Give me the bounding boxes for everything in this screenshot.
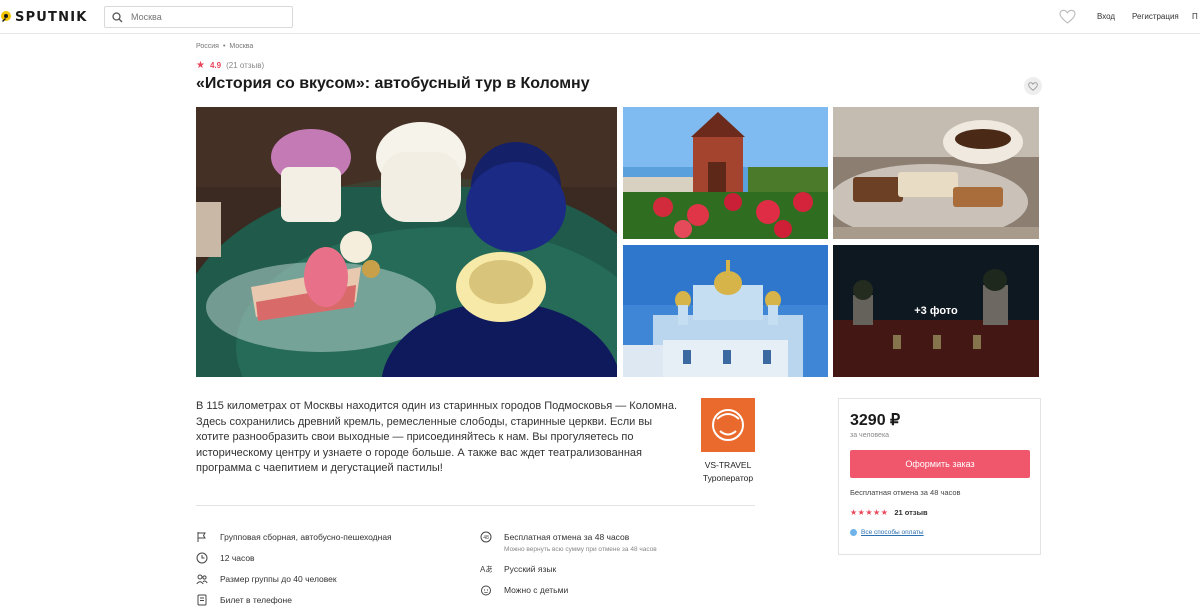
feature-label: 12 часов [220, 553, 255, 563]
feature-free-cancellation: 48 Бесплатная отмена за 48 часов [480, 531, 629, 543]
register-link[interactable]: Регистрация [1132, 12, 1179, 21]
feature-duration: 12 часов [196, 552, 255, 564]
tea-table-photo [196, 107, 617, 377]
child-icon [480, 584, 492, 596]
login-link[interactable]: Вход [1097, 12, 1115, 21]
kremlin-tower-photo [623, 107, 828, 239]
logo-text: SPUTNIK [15, 9, 88, 25]
operator-logo-icon [712, 409, 744, 441]
rating-value: 4.9 [209, 61, 222, 70]
operator-block[interactable]: VS-TRAVEL Туроператор [700, 398, 756, 483]
feature-group-size: Размер группы до 40 человек [196, 573, 337, 585]
gallery-more-photos[interactable]: +3 фото [833, 245, 1039, 377]
refund-48-icon: 48 [480, 531, 492, 543]
operator-role: Туроператор [702, 473, 754, 483]
price: 3290 ₽ [850, 412, 901, 429]
top-header: SPUTNIK Вход Регистрация П [0, 0, 1200, 34]
breadcrumb-separator: • [222, 43, 226, 50]
sputnik-logo[interactable]: SPUTNIK [0, 8, 88, 26]
header-link-cut[interactable]: П [1192, 12, 1198, 21]
stars-icon: ★★★★★ [850, 508, 889, 517]
feature-label: Русский язык [504, 564, 557, 574]
divider [196, 505, 755, 506]
rating-summary: ★ 4.9 (21 отзыв) [196, 60, 264, 71]
gallery-photo-dessert[interactable] [833, 107, 1039, 239]
card-rating[interactable]: ★★★★★ 21 отзыв [850, 508, 928, 517]
operator-name[interactable]: VS-TRAVEL [694, 460, 762, 470]
feature-label: Билет в телефоне [220, 595, 292, 605]
star-icon: ★ [196, 60, 205, 71]
svg-text:Aあ: Aあ [480, 565, 492, 574]
feature-language: Aあ Русский язык [480, 563, 556, 575]
order-button[interactable]: Оформить заказ [850, 450, 1030, 478]
heart-icon [1028, 81, 1038, 91]
feature-label: Размер группы до 40 человек [220, 574, 337, 584]
gallery-photo-church[interactable] [623, 245, 828, 377]
breadcrumb-item-moscow[interactable]: Москва [229, 43, 253, 50]
breadcrumb-item-russia[interactable]: Россия [196, 43, 219, 50]
feature-sublabel: Можно вернуть всю сумму при отмене за 48… [504, 546, 657, 553]
feature-ticket: Билет в телефоне [196, 594, 292, 606]
ticket-icon [196, 594, 208, 606]
sputnik-logo-icon [1, 11, 11, 22]
flag-icon [196, 531, 208, 543]
operator-logo [701, 398, 755, 452]
favorite-button[interactable] [1024, 77, 1042, 95]
church-photo [623, 245, 828, 377]
gallery-photo-kremlin[interactable] [623, 107, 828, 239]
gallery-main-photo[interactable] [196, 107, 617, 377]
clock-icon [196, 552, 208, 564]
more-photos-label: +3 фото [833, 245, 1039, 377]
feature-label: Бесплатная отмена за 48 часов [504, 532, 630, 542]
dessert-plate-photo [833, 107, 1039, 239]
tour-description: В 115 километрах от Москвы находится оди… [196, 400, 678, 474]
feature-label: Можно с детьми [504, 585, 569, 595]
payment-methods-label[interactable]: Все способы оплаты [861, 529, 924, 536]
favorites-heart-icon[interactable] [1059, 9, 1076, 25]
feature-kids: Можно с детьми [480, 584, 568, 596]
svg-text:48: 48 [483, 535, 489, 541]
page-title: «История со вкусом»: автобусный тур в Ко… [196, 75, 590, 92]
reviews-count[interactable]: 21 отзыв [894, 508, 927, 517]
search-input[interactable] [131, 12, 281, 22]
language-icon: Aあ [480, 563, 492, 575]
group-icon [196, 573, 208, 585]
reviews-count-link[interactable]: (21 отзыв) [226, 61, 264, 70]
booking-card: 3290 ₽ за человека Оформить заказ Беспла… [838, 398, 1041, 555]
search-box[interactable] [104, 6, 293, 28]
cancellation-note: Бесплатная отмена за 48 часов [850, 488, 961, 497]
search-icon [112, 11, 123, 22]
price-unit: за человека [850, 432, 890, 439]
payment-methods-link[interactable]: Все способы оплаты [850, 529, 924, 536]
feature-label: Групповая сборная, автобусно-пешеходная [220, 532, 392, 542]
breadcrumb: Россия • Москва [196, 43, 253, 50]
feature-tour-type: Групповая сборная, автобусно-пешеходная [196, 531, 392, 543]
info-icon [850, 529, 857, 536]
